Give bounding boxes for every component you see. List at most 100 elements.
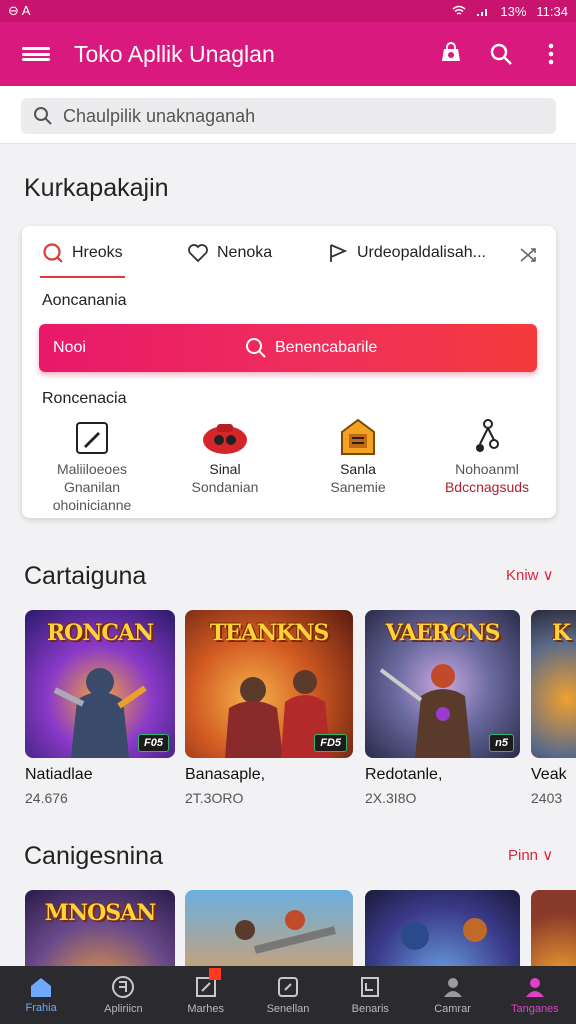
cart-icon bbox=[442, 42, 460, 61]
profile-icon bbox=[525, 978, 544, 997]
card-label: Roncenacia bbox=[42, 390, 127, 407]
chest-icon bbox=[341, 418, 375, 455]
thumb-title: MNOSAN bbox=[44, 900, 157, 926]
game-card[interactable]: VAERCNS n5 Redotanle, 2X.3I8O bbox=[365, 610, 520, 806]
game-name: Banasaple, bbox=[185, 766, 266, 783]
game-count: 2X.3I8O bbox=[365, 790, 417, 806]
tab-label: Nenoka bbox=[217, 244, 273, 261]
category-sub2: ohoinicianne bbox=[52, 497, 132, 513]
more-button[interactable] bbox=[526, 29, 576, 79]
nav-label: Frahia bbox=[25, 1002, 57, 1014]
notification-dot bbox=[208, 968, 221, 980]
nav-item-apps[interactable]: Apliriicn bbox=[82, 966, 164, 1024]
card-label: Aoncanania bbox=[42, 292, 127, 309]
shuffle-icon bbox=[520, 248, 536, 262]
person-icon bbox=[443, 978, 462, 997]
game-thumbnail bbox=[365, 890, 520, 966]
tab-hreoks[interactable]: Hreoks bbox=[40, 242, 125, 278]
game-card[interactable]: MNOSAN bbox=[25, 890, 175, 966]
game-card[interactable] bbox=[365, 890, 520, 966]
category-sub: Gnanilan bbox=[63, 479, 121, 495]
game-thumbnail bbox=[185, 890, 353, 966]
tablet-icon bbox=[361, 977, 380, 997]
car-icon bbox=[203, 424, 247, 454]
category-item[interactable]: Maliiloeoes Gnanilan ohoinicianne bbox=[27, 416, 157, 514]
game-thumbnail: RONCAN F05 bbox=[25, 610, 175, 758]
wifi-icon bbox=[452, 5, 466, 15]
game-thumbnail: K bbox=[531, 610, 576, 758]
category-name: Sinal bbox=[209, 461, 241, 477]
search-bar-container bbox=[0, 86, 576, 144]
apps-icon bbox=[112, 976, 135, 998]
nav-item-tablet[interactable]: Benaris bbox=[329, 966, 411, 1024]
nav-label: Tanganes bbox=[510, 1003, 559, 1015]
filter-card: Hreoks Nenoka Urdeopaldalisah... Aoncana… bbox=[22, 226, 556, 518]
game-card[interactable] bbox=[531, 890, 576, 966]
see-more-label: Kniw bbox=[506, 567, 539, 584]
game-thumbnail: TEANKNS FD5 bbox=[185, 610, 353, 758]
category-sub: Bdccnagsuds bbox=[444, 479, 530, 495]
more-vert-icon bbox=[548, 43, 554, 65]
nav-item-books[interactable]: Senellan bbox=[247, 966, 329, 1024]
game-count: 2403 bbox=[531, 790, 563, 806]
search-icon bbox=[43, 243, 63, 263]
game-name: Veak bbox=[531, 766, 567, 783]
nav-label: Camrar bbox=[434, 1003, 471, 1015]
game-thumbnail bbox=[531, 890, 576, 966]
section-title: Kurkapakajin bbox=[24, 174, 169, 202]
see-more-link[interactable]: Pinn ∨ bbox=[508, 846, 553, 864]
game-card[interactable]: RONCAN F05 Natiadlae 24.676 bbox=[25, 610, 175, 806]
app-title: Toko Apllik Unaglan bbox=[74, 40, 275, 67]
tab-label: Hreoks bbox=[72, 244, 123, 261]
signal-icon bbox=[477, 9, 488, 16]
game-card[interactable]: TEANKNS FD5 Banasaple, 2T.3ORO bbox=[185, 610, 353, 806]
cart-button[interactable] bbox=[426, 29, 476, 79]
heart-icon bbox=[188, 244, 208, 263]
nav-item-profile[interactable]: Tanganes bbox=[494, 966, 576, 1024]
section-title: Canigesnina bbox=[24, 842, 163, 870]
thumb-title: K bbox=[551, 620, 571, 646]
search-input[interactable] bbox=[63, 105, 503, 127]
game-count: 2T.3ORO bbox=[185, 790, 244, 806]
shuffle-button[interactable] bbox=[518, 244, 540, 271]
game-row: MNOSAN bbox=[25, 890, 576, 966]
character-art bbox=[235, 910, 336, 954]
search-button[interactable] bbox=[476, 29, 526, 79]
status-right: 13% 11:34 bbox=[452, 4, 568, 19]
app-bar: Toko Apllik Unaglan bbox=[0, 22, 576, 86]
category-item[interactable]: Nohoanml Bdccnagsuds bbox=[422, 416, 552, 496]
music-icon bbox=[476, 419, 499, 452]
see-more-link[interactable]: Kniw ∨ bbox=[506, 566, 554, 584]
search-icon bbox=[490, 43, 512, 65]
bottom-navigation: Frahia Apliriicn Marhes Senellan Benaris… bbox=[0, 966, 576, 1024]
primary-search-button[interactable]: Nooi Benencabarile bbox=[39, 324, 537, 372]
nav-label: Apliriicn bbox=[104, 1003, 143, 1015]
category-name: Sanla bbox=[340, 461, 376, 477]
search-icon bbox=[34, 107, 52, 125]
category-sub: Sanemie bbox=[330, 479, 386, 495]
game-thumbnail: MNOSAN bbox=[25, 890, 175, 966]
search-field[interactable] bbox=[21, 98, 556, 134]
category-item[interactable]: Sinal Sondanian bbox=[160, 416, 290, 496]
game-card[interactable] bbox=[185, 890, 353, 966]
status-time: 11:34 bbox=[536, 3, 568, 19]
tab-nenoka[interactable]: Nenoka bbox=[187, 242, 272, 264]
tab-urdeopaldalisah[interactable]: Urdeopaldalisah... bbox=[327, 242, 486, 264]
menu-icon[interactable] bbox=[22, 44, 50, 64]
nav-item-camera[interactable]: Camrar bbox=[411, 966, 493, 1024]
button-label: Benencabarile bbox=[275, 339, 378, 356]
category-item[interactable]: Sanla Sanemie bbox=[293, 416, 423, 496]
category-name: Nohoanml bbox=[455, 461, 519, 477]
nav-item-home[interactable]: Frahia bbox=[0, 966, 82, 1024]
nav-label: Marhes bbox=[187, 1003, 225, 1015]
pen-icon bbox=[76, 422, 108, 454]
tab-bar: Hreoks Nenoka Urdeopaldalisah... bbox=[22, 226, 556, 278]
category-name: Maliiloeoes bbox=[56, 461, 128, 477]
search-icon bbox=[246, 338, 266, 358]
game-thumbnail: VAERCNS n5 bbox=[365, 610, 520, 758]
game-badge: FD5 bbox=[314, 734, 347, 752]
game-card[interactable]: K Veak 2403 bbox=[531, 610, 576, 806]
nav-item-movies[interactable]: Marhes bbox=[165, 966, 247, 1024]
tab-label: Urdeopaldalisah... bbox=[357, 244, 486, 261]
game-count: 24.676 bbox=[25, 790, 68, 806]
